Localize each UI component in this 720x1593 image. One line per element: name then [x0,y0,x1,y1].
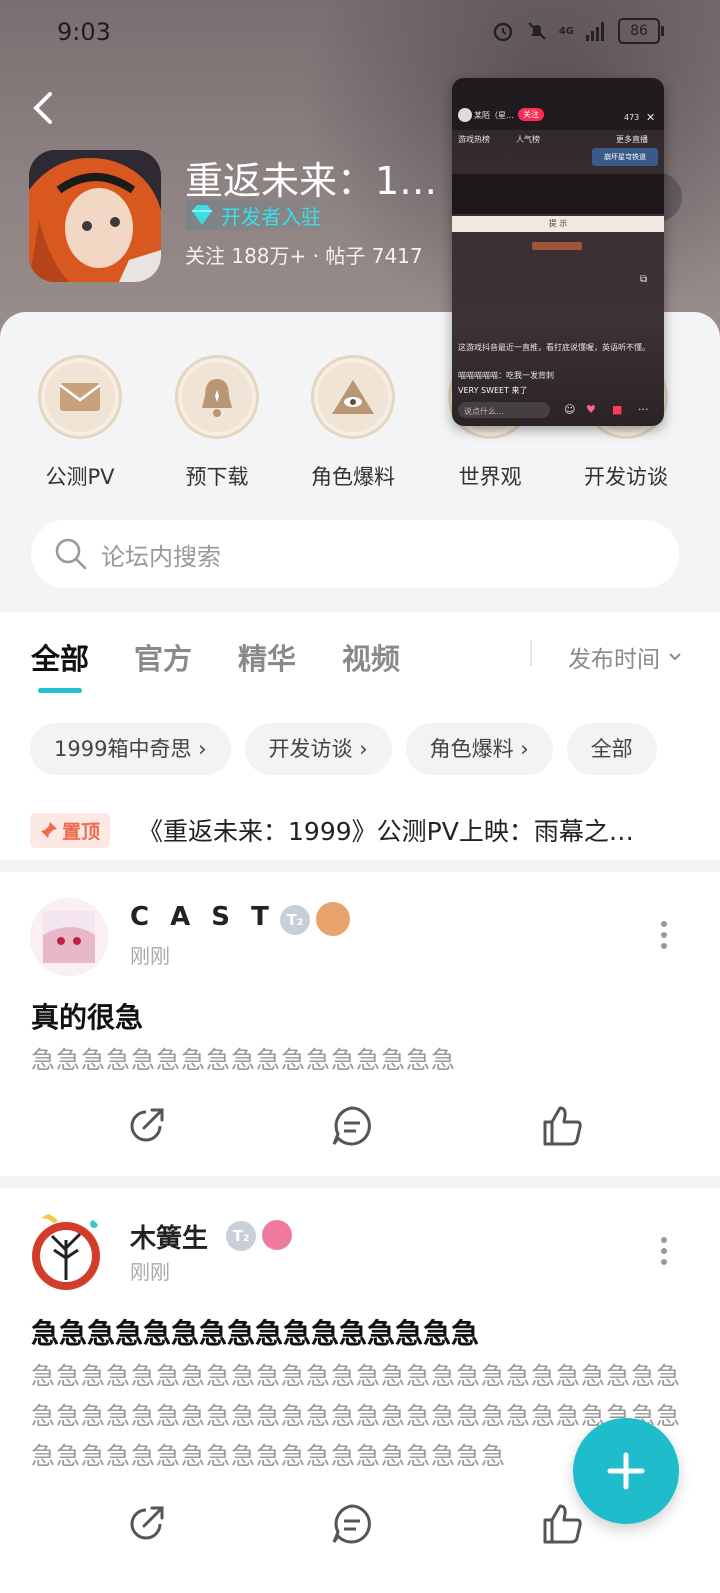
tab-video[interactable]: 视频 [342,636,400,678]
search-placeholder: 论坛内搜索 [101,542,221,571]
topic-chips: 1999箱中奇思 › 开发访谈 › 角色爆料 › 全部 [30,723,657,775]
section-gap [0,1176,720,1188]
chip-all[interactable]: 全部 [566,723,657,775]
level-badge: T₂ [280,905,310,935]
sort-label: 发布时间 [568,647,660,673]
bell-icon [175,355,259,439]
plus-icon [607,1452,645,1490]
chip-1999[interactable]: 1999箱中奇思 › [30,723,231,775]
shortcut-label: 开发访谈 [584,465,668,489]
network-label: 4G [558,25,574,37]
like-icon[interactable] [540,1104,584,1148]
pip-emoji-icon[interactable]: ☺ [564,403,575,416]
share-icon[interactable] [124,1502,168,1546]
sort-dropdown[interactable]: 发布时间 [568,640,682,674]
tab-official[interactable]: 官方 [134,636,192,678]
pip-game-banner[interactable]: 崩坏星穹铁道 [592,148,658,166]
forum-search[interactable]: 论坛内搜索 [31,520,679,588]
pip-chat-1: 这游戏抖音最近一直推，看打底说懂喔，英语听不懂。 [458,343,650,352]
character-badge-icon [316,902,350,936]
post-title[interactable]: 真的很急 [31,996,143,1036]
shortcut-label: 公测PV [45,465,115,489]
pip-tag-popular[interactable]: 人气榜 [516,134,540,145]
pip-streamer: 某陌（星… [474,111,514,120]
like-icon[interactable] [540,1502,584,1546]
shortcut-label: 世界观 [458,465,522,489]
pip-more-icon[interactable]: ··· [638,403,649,416]
post-card[interactable]: 木簧生 T₂ 刚刚 急急急急急急急急急急急急急急急急 急急急急急急急急急急急急急… [0,1188,720,1593]
pip-chat-2: 喵喵喵喵喵：吃我一发背刺 [458,371,554,380]
search-icon [55,538,87,570]
status-bar: 9:03 4G 86 [0,0,720,70]
level-badge: T₂ [226,1221,256,1251]
share-icon[interactable] [124,1104,168,1148]
shortcut-label: 角色爆料 [311,465,395,489]
developer-badge-label: 开发者入驻 [221,204,321,229]
eye-pyramid-icon [311,355,395,439]
pip-gift-icon[interactable]: ♥ [586,403,596,416]
mute-bell-icon [528,22,546,40]
avatar[interactable] [30,898,108,976]
game-stats: 关注 188万+ · 帖子 7417 [185,244,423,268]
back-icon[interactable] [28,90,58,126]
pip-viewers: 473 [624,113,640,122]
live-stream-mini-window[interactable]: 某陌（星… 关注 473 ✕ 游戏热榜 人气榜 更多直播 崩坏星穹铁道 提 示 … [452,78,664,426]
pinned-badge: 置顶 [30,812,111,848]
battery-indicator: 86 [618,18,664,44]
chip-interview[interactable]: 开发访谈 › [244,723,392,775]
pinned-title: 《重返未来：1999》公测PV上映：雨幕之… [138,817,634,846]
avatar[interactable] [24,1210,108,1294]
pip-share-icon[interactable]: ■ [612,403,622,416]
shortcut-pv[interactable]: 公测PV [30,355,130,491]
active-tab-indicator [38,688,82,693]
comment-icon[interactable] [330,1104,374,1148]
section-gap [0,860,720,872]
status-time: 9:03 [57,18,111,46]
shortcut-character[interactable]: 角色爆料 [303,355,403,491]
diamond-icon [192,205,212,225]
role-badge-icon [262,1220,292,1250]
post-time: 刚刚 [130,1260,170,1284]
tab-featured[interactable]: 精华 [238,636,296,678]
tab-all[interactable]: 全部 [31,636,89,678]
game-icon [29,150,161,282]
signal-icon [586,22,604,41]
pinned-badge-label: 置顶 [62,820,101,843]
alarm-icon [493,22,513,42]
pip-more-live[interactable]: 更多直播 [616,134,648,145]
more-icon[interactable] [660,920,668,950]
new-post-button[interactable] [573,1418,679,1524]
post-time: 刚刚 [130,944,170,968]
more-icon[interactable] [660,1236,668,1266]
post-title[interactable]: 急急急急急急急急急急急急急急急急 [31,1312,479,1352]
game-title: 重返未来：1… [185,159,438,203]
chevron-down-icon [669,653,681,661]
pip-fullscreen-icon[interactable]: ⧉ [640,274,647,285]
pinned-post[interactable]: 置顶 《重返未来：1999》公测PV上映：雨幕之… [30,808,700,852]
pip-close-icon[interactable]: ✕ [646,111,655,124]
pip-hint: 提 示 [452,216,664,232]
pip-chat-input[interactable]: 说点什么... [464,406,504,417]
pip-tag-hot[interactable]: 游戏热榜 [458,134,490,145]
streamer-avatar [458,108,472,122]
pin-icon [41,822,57,838]
envelope-icon [38,355,122,439]
comment-icon[interactable] [330,1502,374,1546]
developer-badge: 开发者入驻 [185,200,337,230]
post-card[interactable]: C A S T L E T₂ 刚刚 真的很急 急急急急急急急急急急急急急急急急急 [0,872,720,1176]
username[interactable]: 木簧生 [130,1218,208,1255]
pip-chat-3: VERY SWEET 来了 [458,386,528,395]
divider [530,640,532,666]
post-body[interactable]: 急急急急急急急急急急急急急急急急急 [31,1040,681,1080]
shortcut-label: 预下载 [185,465,249,489]
pip-follow-button[interactable]: 关注 [518,108,544,121]
shortcut-predownload[interactable]: 预下载 [167,355,267,491]
chip-character[interactable]: 角色爆料 › [405,723,553,775]
